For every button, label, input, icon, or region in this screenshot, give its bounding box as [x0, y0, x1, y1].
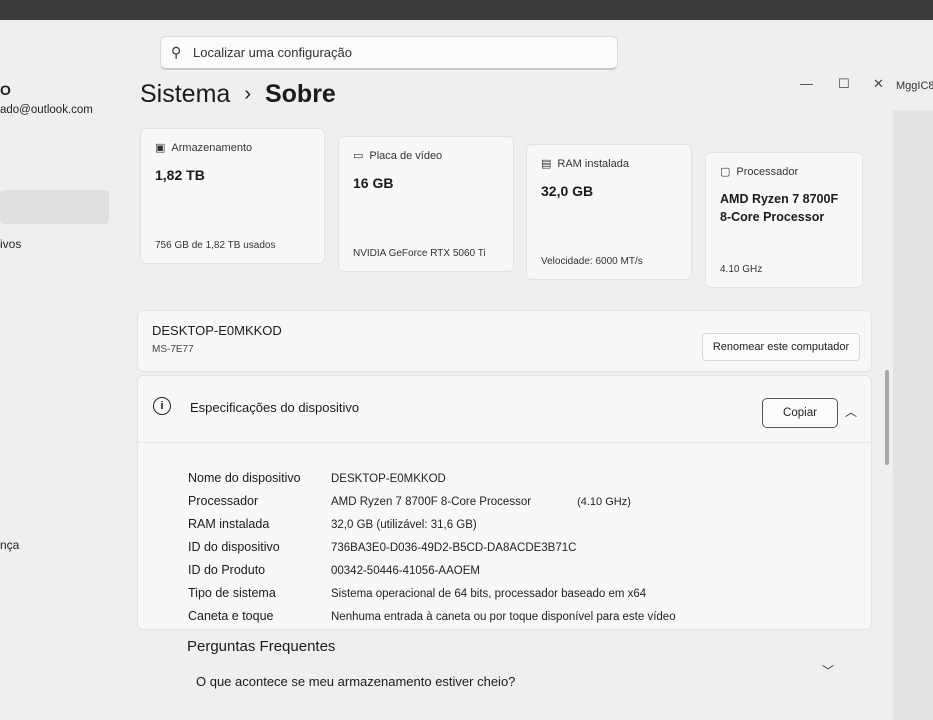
device-specs-section: i Especificações do dispositivo Copiar ︿… — [137, 375, 872, 630]
spec-key: Caneta e toque — [188, 609, 274, 623]
spec-row: Nome do dispositivo DESKTOP-E0MKKOD — [188, 471, 446, 485]
info-icon: i — [153, 397, 171, 415]
card-value: 1,82 TB — [155, 167, 205, 183]
faq-title: Perguntas Frequentes — [187, 638, 336, 655]
faq-question[interactable]: O que acontece se meu armazenamento esti… — [196, 674, 515, 689]
specs-header[interactable]: i Especificações do dispositivo Copiar ︿ — [138, 376, 871, 443]
spec-row: Processador AMD Ryzen 7 8700F 8-Core Proc… — [188, 494, 631, 508]
search-icon: ⚲ — [171, 44, 182, 60]
background-window-edge — [893, 110, 933, 720]
close-button[interactable]: ✕ — [873, 76, 884, 92]
card-value: AMD Ryzen 7 8700F 8-Core Processor — [720, 192, 839, 224]
settings-window: ⚲ Localizar uma configuração — ☐ ✕ MggIC… — [0, 20, 933, 720]
spec-value: 736BA3E0-D036-49D2-B5CD-DA8ACDE3B71C — [331, 542, 577, 554]
breadcrumb: Sistema › Sobre — [140, 80, 336, 109]
search-box[interactable]: ⚲ Localizar uma configuração — [160, 36, 618, 70]
search-input[interactable]: Localizar uma configuração — [193, 45, 352, 60]
storage-card[interactable]: ▣ Armazenamento 1,82 TB 756 GB de 1,82 TB… — [140, 128, 325, 264]
account-name: O — [0, 82, 11, 98]
spec-value: 00342-50446-41056-AAOEM — [331, 565, 480, 577]
cpu-card[interactable]: ▢ Processador AMD Ryzen 7 8700F 8-Core Pr… — [705, 152, 863, 288]
gpu-icon: ▭ — [353, 150, 364, 162]
spec-key: RAM instalada — [188, 517, 270, 531]
gpu-card[interactable]: ▭ Placa de vídeo 16 GB NVIDIA GeForce RTX… — [338, 136, 514, 272]
spec-row: RAM instalada 32,0 GB (utilizável: 31,6 G… — [188, 517, 477, 531]
spec-value: Sistema operacional de 64 bits, processa… — [331, 588, 647, 600]
chevron-up-icon[interactable]: ︿ — [845, 403, 857, 420]
account-email: ado@outlook.com — [0, 104, 93, 116]
spec-key: Tipo de sistema — [188, 586, 276, 600]
rename-computer-button[interactable]: Renomear este computador — [702, 333, 860, 361]
copy-button[interactable]: Copiar — [762, 398, 838, 428]
sidebar-item[interactable]: ivos — [0, 237, 21, 251]
sidebar-selected-item[interactable] — [0, 190, 109, 224]
spec-extra: (4.10 GHz) — [577, 496, 631, 508]
card-sub: 4.10 GHz — [720, 264, 763, 275]
card-value: 16 GB — [353, 175, 394, 191]
card-label: RAM instalada — [557, 157, 629, 170]
ram-icon: ▤ — [541, 158, 552, 170]
card-sub: Velocidade: 6000 MT/s — [541, 256, 643, 267]
cpu-icon: ▢ — [720, 166, 731, 178]
specs-title: Especificações do dispositivo — [190, 400, 360, 415]
card-label: Placa de vídeo — [369, 149, 443, 162]
card-label: Processador — [736, 165, 799, 178]
ram-card[interactable]: ▤ RAM instalada 32,0 GB Velocidade: 6000 … — [526, 144, 692, 280]
breadcrumb-parent[interactable]: Sistema — [140, 80, 230, 109]
device-model: MS-7E77 — [152, 344, 194, 355]
chevron-right-icon: › — [244, 83, 251, 105]
card-sub: NVIDIA GeForce RTX 5060 Ti — [353, 248, 486, 259]
spec-key: ID do dispositivo — [188, 540, 280, 554]
sidebar-item[interactable]: nça — [0, 538, 19, 552]
card-label: Armazenamento — [171, 141, 253, 154]
spec-row: ID do dispositivo 736BA3E0-D036-49D2-B5CD… — [188, 540, 576, 554]
device-name: DESKTOP-E0MKKOD — [152, 323, 282, 338]
spec-key: Nome do dispositivo — [188, 471, 301, 485]
card-sub: 756 GB de 1,82 TB usados — [155, 240, 276, 251]
scrollbar[interactable] — [885, 370, 889, 465]
user-tag: MggIC8 — [896, 80, 933, 92]
device-name-section: DESKTOP-E0MKKOD MS-7E77 Renomear este co… — [137, 310, 872, 372]
minimize-button[interactable]: — — [800, 76, 813, 91]
spec-row: ID do Produto 00342-50446-41056-AAOEM — [188, 563, 480, 577]
spec-key: ID do Produto — [188, 563, 266, 577]
storage-icon: ▣ — [155, 142, 166, 154]
card-value: 32,0 GB — [541, 183, 594, 199]
spec-row: Tipo de sistema Sistema operacional de 64… — [188, 586, 646, 600]
chevron-down-icon[interactable]: ﹀ — [822, 662, 834, 679]
spec-value: DESKTOP-E0MKKOD — [331, 473, 446, 485]
page-title: Sobre — [264, 80, 336, 108]
spec-value: AMD Ryzen 7 8700F 8-Core Processor — [331, 496, 532, 508]
spec-value: Nenhuma entrada à caneta ou por toque di… — [331, 611, 676, 623]
spec-value: 32,0 GB (utilizável: 31,6 GB) — [331, 519, 477, 531]
spec-key: Processador — [188, 494, 259, 508]
maximize-button[interactable]: ☐ — [838, 76, 850, 92]
spec-row: Caneta e toque Nenhuma entrada à caneta o… — [188, 609, 676, 623]
